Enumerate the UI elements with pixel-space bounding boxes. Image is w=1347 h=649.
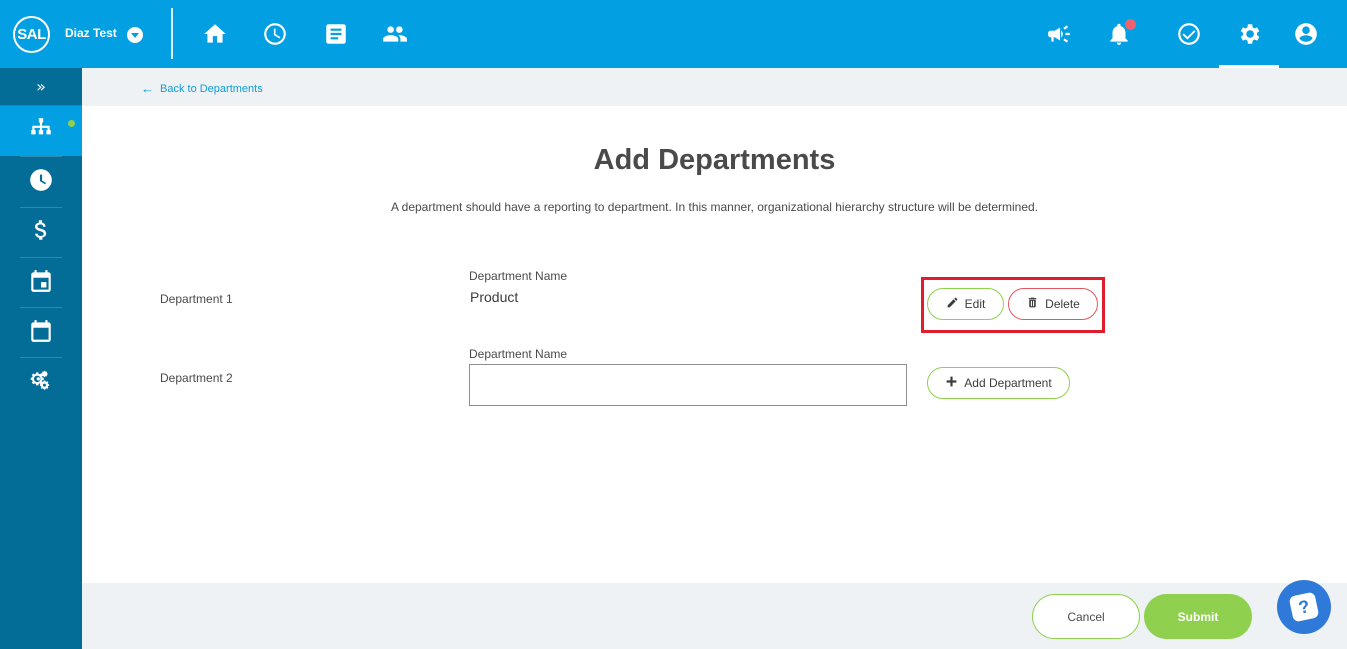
calendar-icon <box>28 318 54 348</box>
sidebar-item-settings[interactable] <box>0 358 82 408</box>
sidebar-item-schedule[interactable] <box>0 258 82 308</box>
help-icon: ? <box>1288 591 1320 623</box>
notification-badge <box>1125 19 1136 30</box>
sidebar-item-departments[interactable] <box>0 106 82 156</box>
document-icon[interactable] <box>321 19 351 49</box>
active-indicator-dot <box>68 120 75 127</box>
department-1-name-value: Product <box>470 289 519 305</box>
page-subtitle: A department should have a reporting to … <box>390 200 1039 214</box>
user-account-icon[interactable] <box>1291 19 1321 49</box>
org-chart-icon <box>28 116 54 146</box>
breadcrumb-bar <box>82 68 1347 106</box>
delete-department-button[interactable]: Delete <box>1008 288 1098 320</box>
clock-icon[interactable] <box>260 19 290 49</box>
sidebar-expand-button[interactable]: » <box>0 68 82 106</box>
main-content: Add Departments A department should have… <box>82 106 1347 583</box>
edit-button-label: Edit <box>964 297 986 311</box>
header-divider <box>171 8 173 59</box>
check-circle-icon[interactable] <box>1174 19 1204 49</box>
department-1-label: Department 1 <box>160 292 233 306</box>
submit-button[interactable]: Submit <box>1144 594 1252 639</box>
megaphone-icon[interactable] <box>1044 19 1074 49</box>
trash-icon <box>1026 296 1039 312</box>
clock-icon <box>28 167 54 197</box>
home-icon[interactable] <box>200 19 230 49</box>
cancel-button[interactable]: Cancel <box>1032 594 1140 639</box>
dollar-icon <box>28 217 54 247</box>
department-1-field-label: Department Name <box>469 269 568 283</box>
company-name[interactable]: Diaz Test <box>65 26 117 40</box>
pencil-icon <box>946 296 959 312</box>
back-link-label: Back to Departments <box>160 82 263 95</box>
arrow-left-icon: ← <box>141 81 154 96</box>
back-to-departments-link[interactable]: ← Back to Departments <box>141 81 263 96</box>
plus-icon <box>945 375 958 391</box>
add-department-label: Add Department <box>964 376 1052 390</box>
gear-icon[interactable] <box>1234 19 1264 49</box>
add-department-button[interactable]: Add Department <box>927 367 1070 399</box>
department-2-name-input[interactable] <box>469 364 907 406</box>
sidebar-item-payroll[interactable] <box>0 207 82 257</box>
app-logo[interactable]: SAL <box>13 16 50 53</box>
sidebar-item-calendar[interactable] <box>0 308 82 358</box>
gears-icon <box>28 368 54 398</box>
department-2-label: Department 2 <box>160 371 233 385</box>
page-title: Add Departments <box>593 144 836 176</box>
edit-department-button[interactable]: Edit <box>927 288 1004 320</box>
chevron-down-icon[interactable] <box>127 27 143 43</box>
top-navigation-bar: SAL Diaz Test <box>0 0 1347 68</box>
sidebar-item-time[interactable] <box>0 157 82 207</box>
delete-button-label: Delete <box>1045 297 1080 311</box>
calendar-day-icon <box>28 268 54 298</box>
people-icon[interactable] <box>380 19 410 49</box>
help-chat-button[interactable]: ? <box>1277 580 1331 634</box>
department-2-field-label: Department Name <box>469 347 568 361</box>
